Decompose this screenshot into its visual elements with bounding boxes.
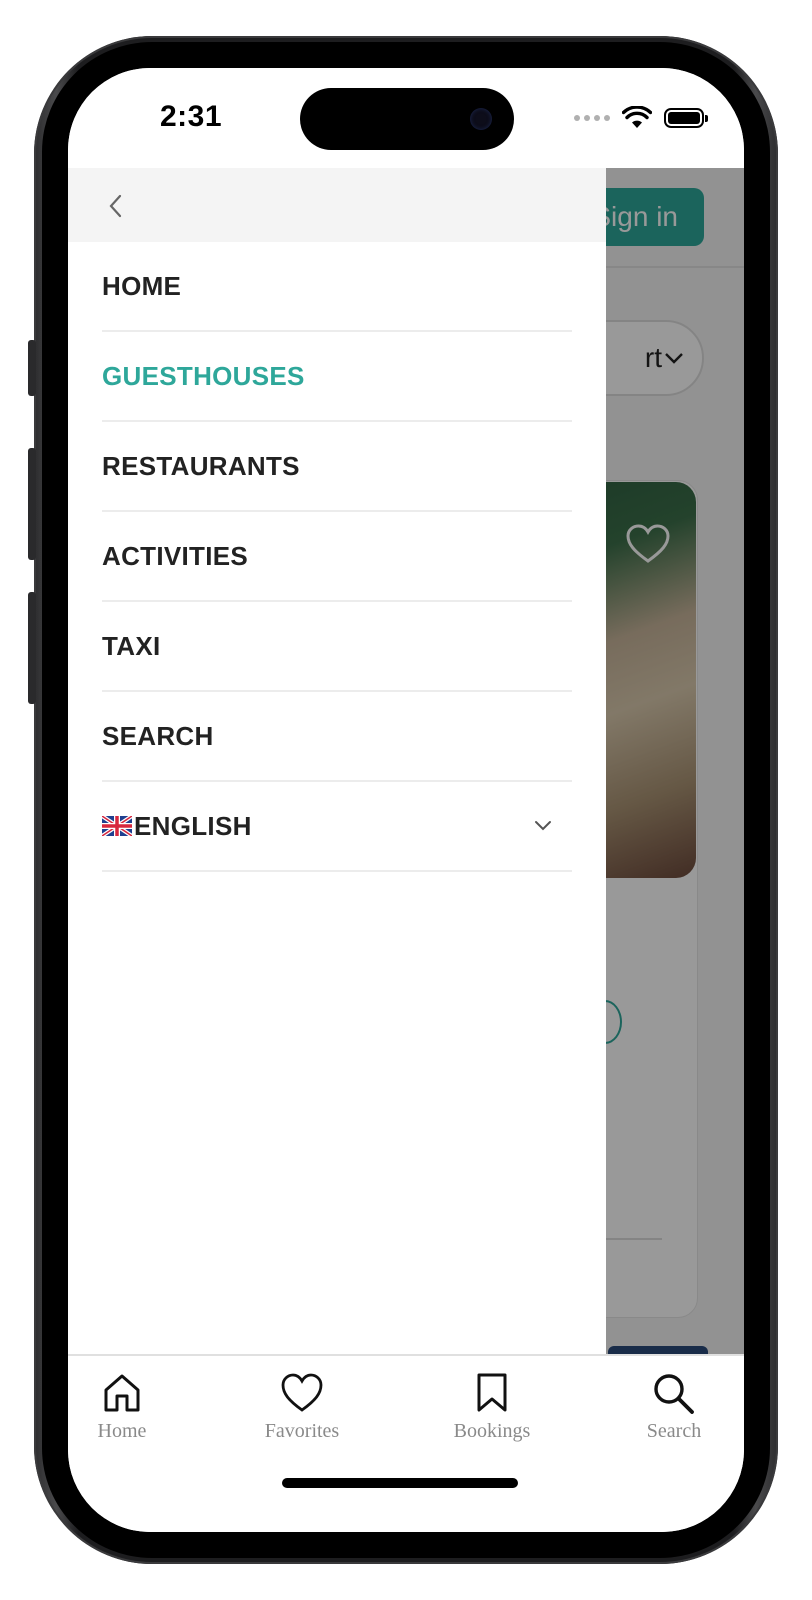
tab-favorites[interactable]: Favorites <box>242 1372 362 1443</box>
home-icon <box>104 1374 140 1412</box>
menu-item-label: TAXI <box>102 630 161 661</box>
heart-icon <box>281 1373 323 1412</box>
volume-up-button <box>28 448 36 560</box>
back-chevron-icon[interactable] <box>104 192 128 220</box>
menu-item-restaurants[interactable]: RESTAURANTS <box>102 422 572 512</box>
status-time: 2:31 <box>160 100 223 133</box>
uk-flag-icon <box>102 816 132 836</box>
side-drawer: HOME GUESTHOUSES RESTAURANTS ACTIVITIES … <box>68 168 606 1354</box>
drawer-header <box>68 168 606 242</box>
menu-item-label: SEARCH <box>102 720 214 751</box>
menu-item-label: HOME <box>102 270 182 301</box>
chevron-down-icon <box>535 821 551 831</box>
dynamic-island <box>300 88 514 150</box>
menu-item-home[interactable]: HOME <box>102 242 572 332</box>
menu-item-label: GUESTHOUSES <box>102 360 305 391</box>
menu-item-activities[interactable]: ACTIVITIES <box>102 512 572 602</box>
tab-home[interactable]: Home <box>68 1372 182 1443</box>
tab-label: Bookings <box>453 1420 531 1442</box>
wifi-icon <box>622 106 652 128</box>
tab-bookings[interactable]: Bookings <box>432 1372 552 1443</box>
cellular-signal-icon <box>574 115 610 121</box>
screen: 2:31 Sign in rt HOME GUESTHOUSES RESTAUR… <box>68 68 744 1532</box>
volume-down-button <box>28 592 36 704</box>
language-label: ENGLISH <box>134 810 252 841</box>
tab-label: Favorites <box>264 1420 340 1442</box>
search-icon <box>654 1374 694 1414</box>
menu-item-label: ACTIVITIES <box>102 540 249 571</box>
mute-switch <box>28 340 36 396</box>
tab-search[interactable]: Search <box>614 1372 734 1443</box>
battery-icon <box>664 108 708 128</box>
bookmark-icon <box>477 1373 507 1412</box>
menu-item-search[interactable]: SEARCH <box>102 692 572 782</box>
camera-icon <box>470 108 492 130</box>
tab-label: Search <box>646 1420 702 1442</box>
menu-item-label: RESTAURANTS <box>102 450 300 481</box>
status-bar: 2:31 <box>68 68 744 168</box>
menu-item-taxi[interactable]: TAXI <box>102 602 572 692</box>
menu-item-guesthouses[interactable]: GUESTHOUSES <box>102 332 572 422</box>
tab-label: Home <box>97 1420 147 1442</box>
bottom-tab-bar: Home Favorites Bookings Search <box>68 1354 744 1532</box>
language-selector[interactable]: ENGLISH <box>102 782 572 872</box>
status-icons <box>574 104 708 132</box>
drawer-menu: HOME GUESTHOUSES RESTAURANTS ACTIVITIES … <box>102 242 572 872</box>
home-indicator[interactable] <box>282 1478 518 1488</box>
